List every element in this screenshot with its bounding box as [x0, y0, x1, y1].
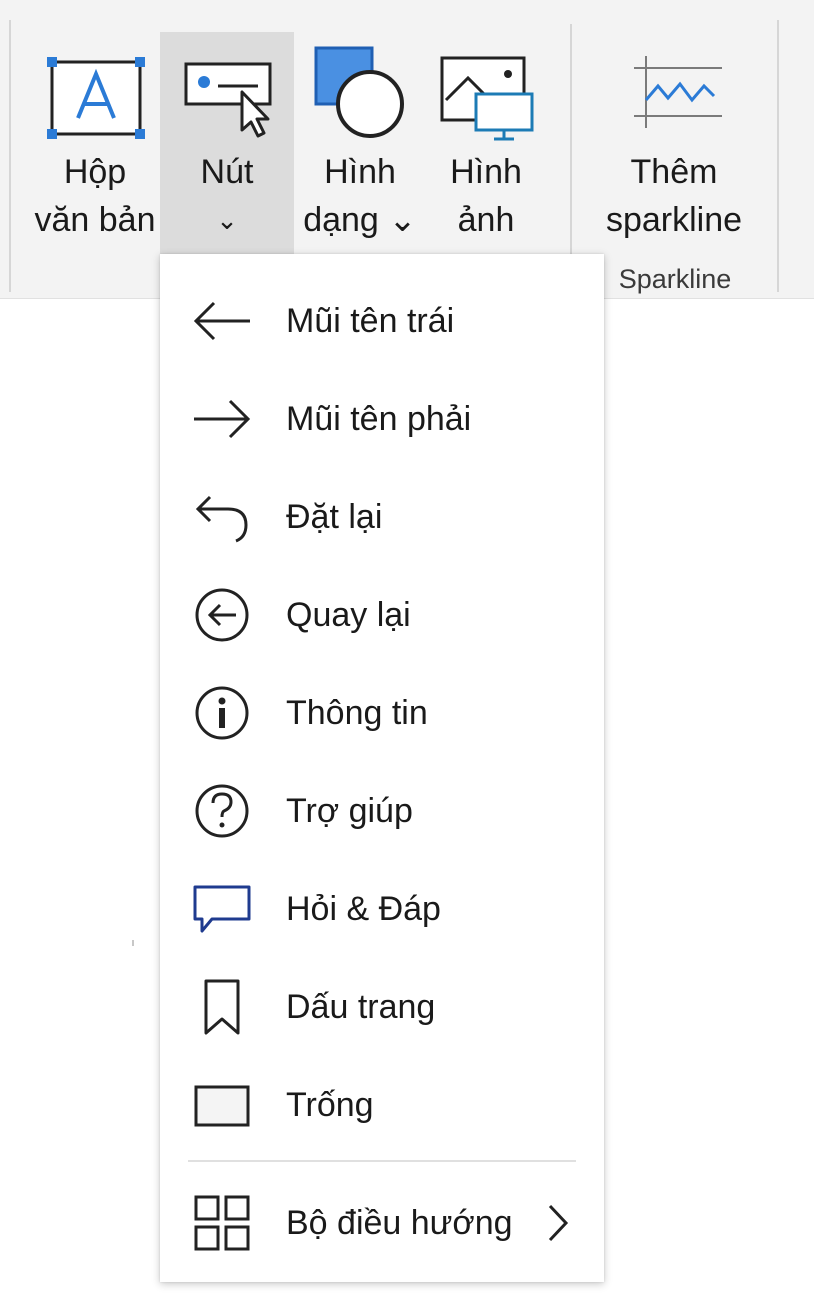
images-icon: [440, 56, 534, 141]
menu-item-label: Mũi tên phải: [286, 400, 472, 438]
arrow-right-icon: [194, 399, 251, 439]
navigator-grid-icon: [194, 1195, 250, 1251]
ribbon-divider: [9, 20, 11, 292]
menu-item-label: Thông tin: [286, 694, 428, 732]
sparkline-icon: [634, 56, 722, 128]
text-box-icon: [47, 57, 145, 139]
menu-item-label: Quay lại: [286, 596, 411, 634]
menu-item-info[interactable]: Thông tin: [160, 668, 604, 758]
menu-separator: [188, 1160, 576, 1162]
menu-item-blank[interactable]: Trống: [160, 1060, 604, 1150]
add-sparkline-button[interactable]: Thêm sparkline: [604, 32, 744, 254]
ribbon-divider: [570, 24, 572, 254]
chevron-right-icon: [548, 1204, 569, 1242]
menu-item-label: Trợ giúp: [286, 792, 413, 830]
add-sparkline-label: Thêm sparkline: [605, 153, 743, 239]
reset-icon: [195, 495, 248, 543]
button-cursor-icon: [184, 62, 272, 138]
arrow-left-icon: [193, 301, 250, 341]
back-circle-icon: [195, 588, 249, 642]
menu-item-label: Đặt lại: [286, 498, 383, 536]
menu-item-help[interactable]: Trợ giúp: [160, 766, 604, 856]
blank-icon: [194, 1085, 250, 1127]
menu-item-reset[interactable]: Đặt lại: [160, 472, 604, 562]
menu-item-label: Bộ điều hướng: [286, 1204, 513, 1242]
menu-item-right-arrow[interactable]: Mũi tên phải: [160, 374, 604, 464]
ribbon-divider: [777, 20, 779, 292]
menu-item-label: Mũi tên trái: [286, 302, 455, 340]
menu-item-bookmark[interactable]: Dấu trang: [160, 962, 604, 1052]
menu-item-navigator[interactable]: Bộ điều hướng: [160, 1178, 604, 1268]
images-label: Hình ảnh: [450, 153, 522, 239]
text-box-button[interactable]: Hộp văn bản: [34, 32, 156, 254]
shapes-label: Hình dạng ⌄: [303, 153, 417, 239]
images-button[interactable]: Hình ảnh: [434, 32, 538, 254]
menu-item-label: Dấu trang: [286, 988, 436, 1026]
button-label: Nút ⌄: [200, 153, 254, 235]
info-icon: [195, 686, 249, 740]
button-dropdown-menu: Mũi tên trái Mũi tên phải Đặt lại Quay l…: [160, 254, 604, 1282]
text-box-label: Hộp văn bản: [34, 153, 156, 239]
menu-item-left-arrow[interactable]: Mũi tên trái: [160, 276, 604, 366]
shapes-icon: [314, 46, 404, 138]
menu-item-back[interactable]: Quay lại: [160, 570, 604, 660]
menu-item-label: Trống: [286, 1086, 374, 1124]
menu-item-qa[interactable]: Hỏi & Đáp: [160, 864, 604, 954]
menu-item-label: Hỏi & Đáp: [286, 890, 441, 928]
help-icon: [195, 784, 249, 838]
bookmark-icon: [204, 979, 240, 1035]
chat-bubble-icon: [193, 885, 251, 933]
artifact-speck: [132, 940, 134, 946]
shapes-button[interactable]: Hình dạng ⌄: [303, 32, 417, 254]
button-dropdown[interactable]: Nút ⌄: [160, 32, 294, 254]
